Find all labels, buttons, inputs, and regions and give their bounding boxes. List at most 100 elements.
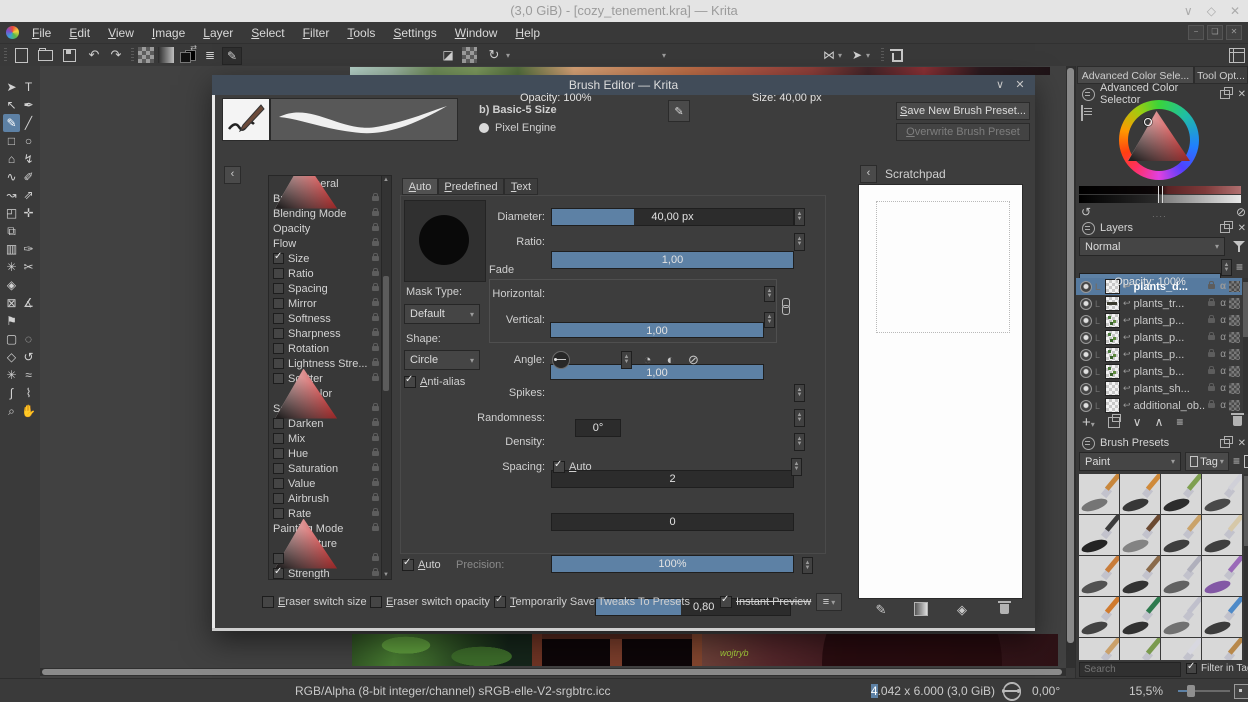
tool-select-shapes[interactable]: ➤ [3, 78, 20, 96]
scratchpad-fill-preview-icon[interactable] [912, 602, 930, 618]
shade-strip-top[interactable] [1079, 186, 1241, 194]
menu-view[interactable]: View [99, 22, 143, 44]
maximize-icon[interactable]: ◇ [1207, 0, 1216, 22]
layer-lock-icon[interactable] [1208, 349, 1216, 357]
edit-brush-settings-icon[interactable]: ✎ [222, 47, 242, 65]
save-tweaks-checkbox[interactable]: Temporarily Save Tweaks To Presets [494, 594, 690, 608]
reload-dropdown-icon[interactable]: ▾ [504, 47, 512, 63]
layer-name[interactable]: plants_tr... [1134, 298, 1206, 310]
option-lock-icon[interactable] [372, 493, 379, 501]
alpha-lock-icon[interactable]: α [1220, 298, 1226, 309]
rename-preset-icon[interactable]: ✎ [668, 100, 690, 122]
option-checkbox[interactable] [273, 566, 284, 579]
inherit-alpha-icon[interactable] [1229, 332, 1240, 343]
trim-canvas-icon[interactable] [888, 47, 904, 63]
layer-visibility-icon[interactable] [1080, 365, 1092, 378]
randomness-slider[interactable]: 0 [551, 513, 794, 531]
alpha-lock-icon[interactable]: α [1220, 349, 1226, 360]
brush-preset-thumbnail[interactable] [1079, 515, 1119, 555]
option-lock-icon[interactable] [372, 298, 379, 306]
option-spacing[interactable]: Spacing [269, 281, 391, 296]
layer-thumbnail[interactable] [1105, 398, 1120, 413]
layer-thumbnail[interactable] [1105, 364, 1120, 379]
option-lock-icon[interactable] [372, 328, 379, 336]
option-hue[interactable]: Hue [269, 446, 391, 461]
menu-select[interactable]: Select [242, 22, 293, 44]
tool-text[interactable]: T [20, 78, 37, 96]
brush-preset-thumbnail[interactable] [1202, 638, 1242, 660]
zoom-slider[interactable] [1178, 685, 1230, 697]
option-scatter[interactable]: Scatter [269, 371, 391, 386]
mdi-restore-icon[interactable]: ❏ [1207, 25, 1223, 40]
scratchpad-fill-gradient-icon[interactable]: ◈ [953, 602, 971, 618]
tool-polyline[interactable]: ↯ [20, 150, 37, 168]
option-lock-icon[interactable] [372, 568, 379, 576]
workspace-chooser-icon[interactable] [1228, 47, 1246, 63]
move-layer-up-icon[interactable]: ∧ [1155, 415, 1164, 429]
alpha-lock-icon[interactable]: α [1220, 383, 1226, 394]
float-docker-icon[interactable] [1219, 86, 1233, 99]
tool-enclose-fill[interactable]: ⊠ [3, 294, 20, 312]
brush-preset-thumbnail[interactable] [1120, 597, 1160, 637]
brush-preset-thumbnail[interactable] [1120, 638, 1160, 660]
option-checkbox[interactable] [273, 478, 284, 489]
tool-crop[interactable]: ⧉ [3, 222, 20, 240]
preset-search-input[interactable] [1079, 662, 1181, 677]
layer-name[interactable]: plants_p... [1134, 332, 1206, 344]
tool-polygon-select[interactable]: ◇ [3, 348, 20, 366]
spacing-spinner[interactable]: ▲ ▼ [791, 458, 802, 476]
menu-settings[interactable]: Settings [384, 22, 445, 44]
option-checkbox[interactable] [273, 373, 284, 384]
angle-spinner[interactable]: ▲ ▼ [621, 351, 632, 369]
option-lock-icon[interactable] [372, 208, 379, 216]
option-lock-icon[interactable] [372, 283, 379, 291]
spacing-auto-checkbox[interactable]: Auto [553, 459, 592, 473]
menu-tools[interactable]: Tools [338, 22, 384, 44]
brush-preset-thumbnail[interactable] [1202, 556, 1242, 596]
eraser-mode-icon[interactable]: ◪ [440, 47, 456, 63]
tab-auto[interactable]: Auto [402, 178, 438, 195]
angle-dial[interactable] [552, 351, 570, 369]
layer-name[interactable]: plants_b... [1134, 366, 1206, 378]
scratchpad-canvas[interactable] [858, 184, 1023, 599]
tool-contiguous-select[interactable]: ✳ [3, 366, 20, 384]
brush-preset-thumbnail[interactable] [1079, 474, 1119, 514]
option-lock-icon[interactable] [372, 478, 379, 486]
layer-row[interactable]: L ↩ plants_sh... α [1076, 380, 1242, 397]
tool-zoom[interactable]: ⌕ [3, 402, 20, 420]
tool-freehand-path[interactable]: ✐ [20, 168, 37, 186]
save-icon[interactable] [60, 47, 78, 63]
option-checkbox[interactable] [273, 463, 284, 474]
inherit-alpha-icon[interactable] [1229, 298, 1240, 309]
tool-bezier-curve[interactable]: ∿ [3, 168, 20, 186]
open-document-icon[interactable] [36, 47, 54, 63]
option-lock-icon[interactable] [372, 253, 379, 261]
layer-row[interactable]: L ↩ plants_p... α [1076, 312, 1242, 329]
no-color-icon[interactable]: ⊘ [1236, 205, 1246, 219]
option-checkbox[interactable] [273, 418, 284, 429]
layer-row[interactable]: L ↩ plants_p... α [1076, 346, 1242, 363]
gradient-swatch-icon[interactable] [158, 47, 174, 63]
precision-spinner[interactable]: ▲ ▼ [802, 557, 813, 574]
layers-scrollbar[interactable] [1243, 278, 1248, 414]
layer-name[interactable]: plants_sh... [1134, 383, 1206, 395]
layer-visibility-icon[interactable] [1080, 382, 1092, 395]
menu-file[interactable]: File [23, 22, 60, 44]
angle-spinbox[interactable]: 0° [575, 419, 621, 437]
layer-name[interactable]: plants_p... [1134, 315, 1206, 327]
color-selector-settings-icon[interactable] [1081, 105, 1083, 121]
inherit-alpha-icon[interactable] [1229, 383, 1240, 394]
menu-help[interactable]: Help [506, 22, 549, 44]
menu-window[interactable]: Window [446, 22, 507, 44]
menu-edit[interactable]: Edit [60, 22, 99, 44]
mirror-horizontal-icon[interactable]: ⋈ [822, 47, 836, 63]
ratio-slider[interactable]: 1,00 [551, 251, 794, 269]
layer-name[interactable]: additional_ob... [1134, 400, 1206, 412]
canvas-rotation-icon[interactable] [1002, 683, 1021, 701]
vertical-fade-slider[interactable]: 1,00 [550, 364, 764, 380]
layer-visibility-icon[interactable] [1080, 331, 1092, 344]
tool-line[interactable]: ╱ [20, 114, 37, 132]
option-opacity[interactable]: Opacity [269, 221, 391, 236]
brush-preset-thumbnail[interactable] [1120, 556, 1160, 596]
tool-ellipse-select[interactable]: ◌ [20, 330, 37, 348]
